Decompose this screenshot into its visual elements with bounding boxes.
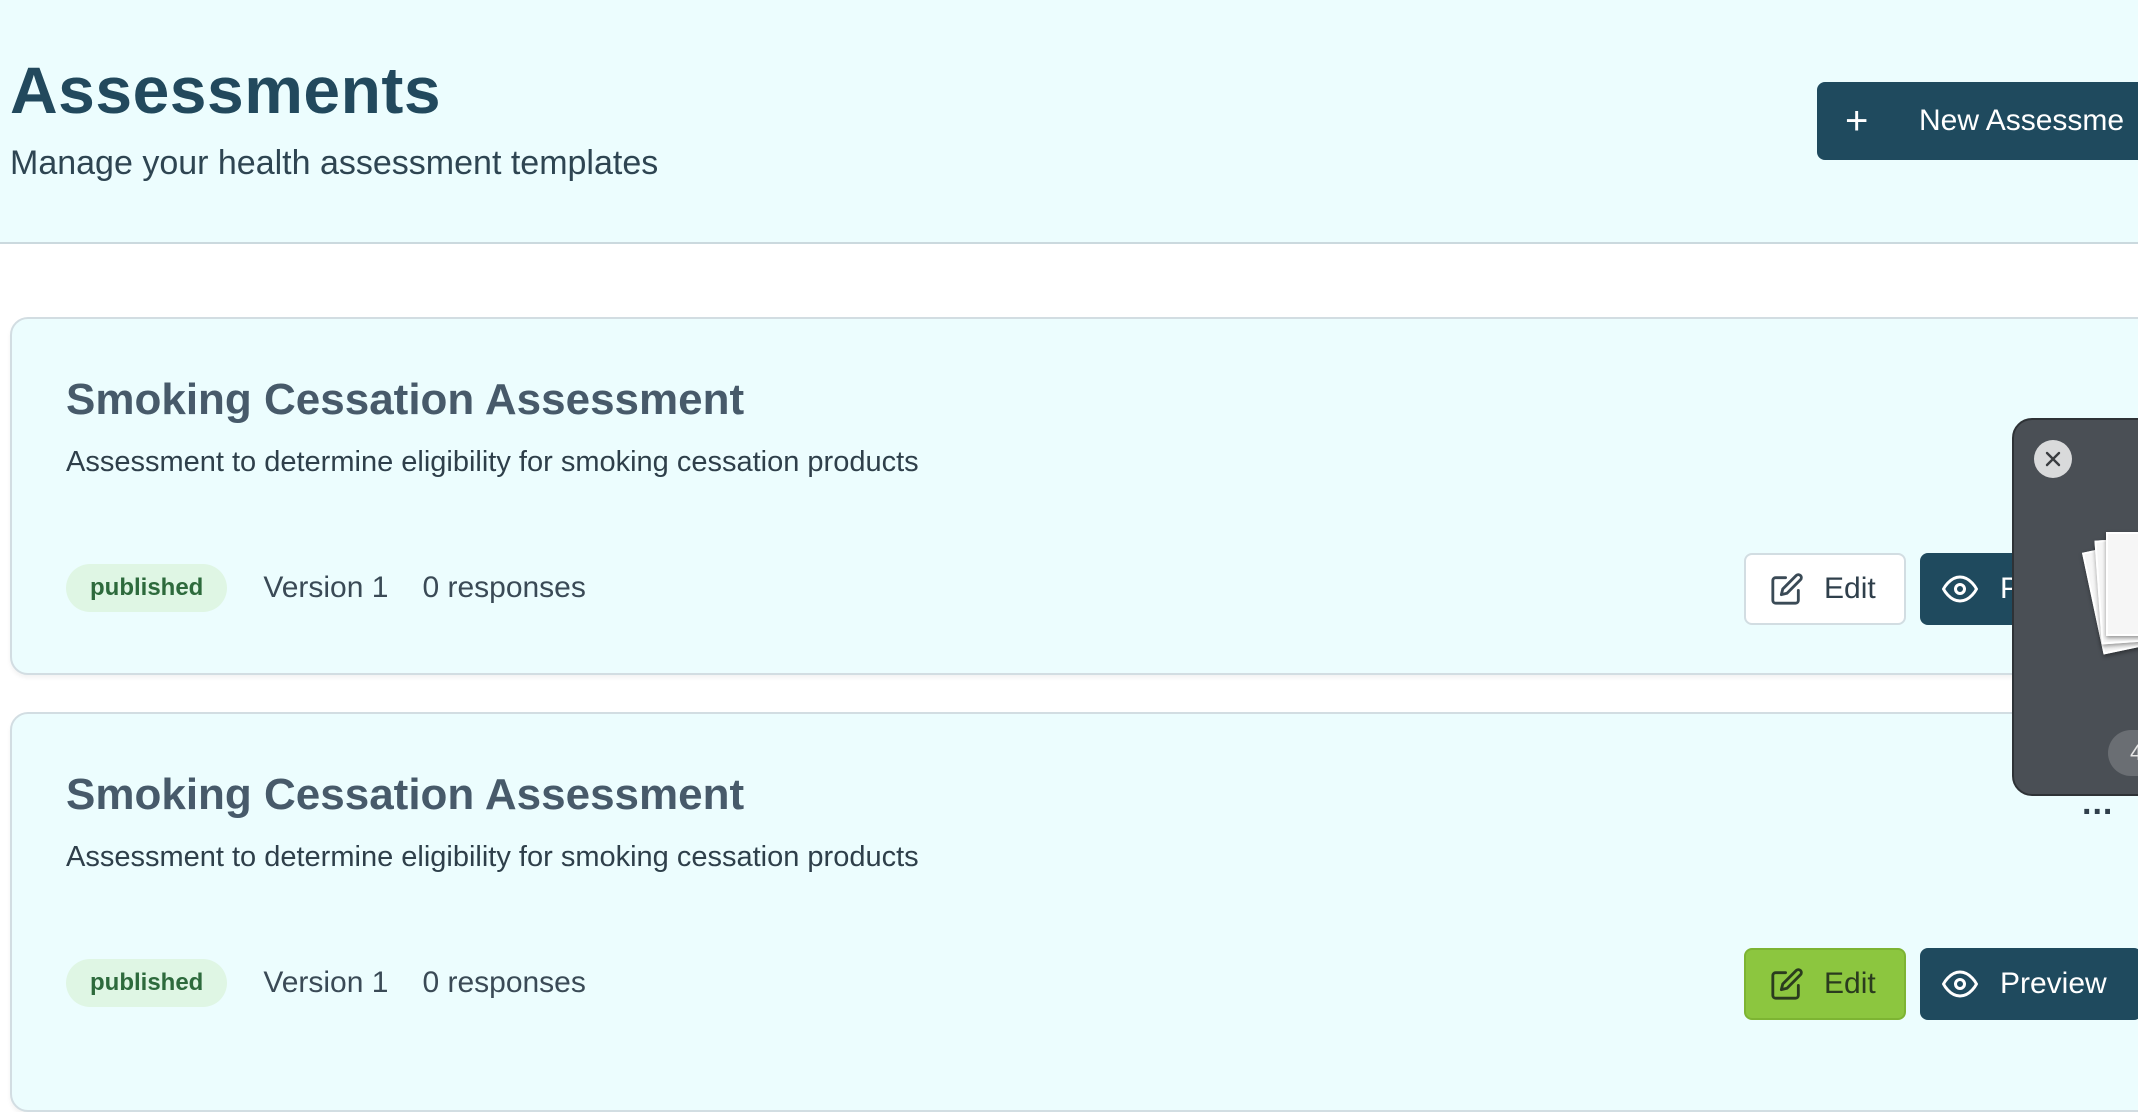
status-badge: published <box>66 959 228 1007</box>
page-count-pill: 4 <box>2108 730 2138 776</box>
card-description: Assessment to determine eligibility for … <box>66 446 919 478</box>
floating-preview-popup[interactable]: 4 <box>2012 418 2138 796</box>
edit-icon <box>1771 573 1803 605</box>
edit-button[interactable]: Edit <box>1744 553 1906 625</box>
thumbnail-page <box>2106 532 2138 636</box>
edit-label: Edit <box>1824 572 1876 605</box>
card-description: Assessment to determine eligibility for … <box>66 841 919 873</box>
preview-button[interactable]: Preview <box>1920 948 2138 1020</box>
new-assessment-label: New Assessme <box>1919 104 2125 137</box>
preview-label: Preview <box>2000 967 2107 1000</box>
responses-count: 0 responses <box>422 571 586 604</box>
version-label: Version 1 <box>263 571 389 604</box>
edit-label: Edit <box>1824 967 1876 1000</box>
new-assessment-button[interactable]: + New Assessme <box>1817 82 2138 160</box>
responses-count: 0 responses <box>422 966 586 999</box>
assessment-card: Smoking Cessation Assessment Assessment … <box>10 317 2138 675</box>
page-header: Assessments Manage your health assessmen… <box>0 0 2138 244</box>
page-subtitle: Manage your health assessment templates <box>10 144 659 182</box>
page-title: Assessments <box>10 53 442 127</box>
plus-icon: + <box>1845 99 1869 143</box>
card-meta: published Version 1 0 responses <box>66 564 586 612</box>
eye-icon <box>1942 970 1978 998</box>
eye-icon <box>1942 575 1978 603</box>
version-label: Version 1 <box>263 966 389 999</box>
card-title: Smoking Cessation Assessment <box>66 375 745 424</box>
close-icon[interactable] <box>2034 440 2072 478</box>
close-glyph <box>2045 451 2061 467</box>
edit-button[interactable]: Edit <box>1744 948 1906 1020</box>
card-meta: published Version 1 0 responses <box>66 959 586 1007</box>
card-title: Smoking Cessation Assessment <box>66 770 745 819</box>
assessment-card: Smoking Cessation Assessment Assessment … <box>10 712 2138 1112</box>
document-thumbnail-icon <box>2081 532 2138 655</box>
edit-icon <box>1771 968 1803 1000</box>
status-badge: published <box>66 564 228 612</box>
